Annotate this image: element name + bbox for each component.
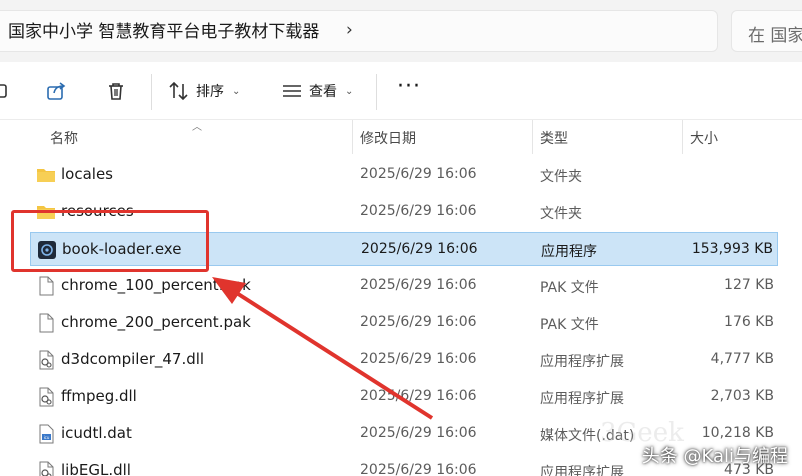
file-type: 文件夹 bbox=[540, 206, 582, 222]
file-name: ffmpeg.dll bbox=[61, 387, 137, 405]
toolbar-divider bbox=[376, 74, 377, 110]
file-size: 4,777 KB bbox=[710, 351, 774, 367]
column-divider[interactable] bbox=[532, 120, 533, 154]
file-modified-date: 2025/6/29 16:06 bbox=[360, 462, 477, 476]
file-name: libEGL.dll bbox=[61, 461, 131, 476]
navigation-bar: 国家中小学 智慧教育平台电子教材下载器 › 在 国家 bbox=[0, 0, 802, 62]
svg-text:icu: icu bbox=[44, 435, 50, 440]
watermark-text: 头条 @Kali与编程 bbox=[641, 446, 788, 467]
dll-icon bbox=[36, 461, 56, 476]
sort-label: 排序 bbox=[196, 84, 224, 100]
sort-button[interactable]: 排序 ⌄ bbox=[168, 76, 240, 106]
toolbar-divider bbox=[151, 74, 152, 110]
file-name: icudtl.dat bbox=[61, 424, 132, 442]
file-type: 应用程序 bbox=[541, 244, 597, 260]
file-row[interactable]: ffmpeg.dll 2025/6/29 16:06 应用程序扩展 2,703 KB bbox=[30, 380, 778, 414]
file-icon bbox=[36, 276, 56, 296]
sort-icon bbox=[169, 81, 188, 101]
view-label: 查看 bbox=[309, 84, 337, 100]
dll-icon bbox=[36, 350, 56, 370]
file-size: 2,703 KB bbox=[710, 388, 774, 404]
file-modified-date: 2025/6/29 16:06 bbox=[360, 351, 477, 367]
file-type: PAK 文件 bbox=[540, 317, 599, 333]
file-name: d3dcompiler_47.dll bbox=[61, 350, 205, 368]
column-header-name[interactable]: 名称 bbox=[50, 128, 78, 148]
breadcrumb-path[interactable]: 国家中小学 智慧教育平台电子教材下载器 bbox=[8, 21, 319, 43]
annotation-highlight-box bbox=[11, 210, 209, 272]
file-name: chrome_200_percent.pak bbox=[61, 313, 251, 331]
delete-icon[interactable] bbox=[105, 80, 127, 102]
file-explorer-window: 国家中小学 智慧教育平台电子教材下载器 › 在 国家 排序 ⌄ 查看 ⌄ ···… bbox=[0, 0, 802, 476]
search-input[interactable]: 在 国家 bbox=[731, 10, 802, 52]
file-size: 176 KB bbox=[724, 314, 774, 330]
view-list-icon bbox=[283, 85, 301, 97]
chevron-down-icon: ⌄ bbox=[345, 85, 354, 97]
file-name: locales bbox=[61, 165, 113, 183]
file-size: 10,218 KB bbox=[701, 425, 774, 441]
file-size: 127 KB bbox=[724, 277, 774, 293]
column-divider[interactable] bbox=[352, 120, 353, 154]
column-header-row: ︿ 名称 修改日期 类型 大小 bbox=[0, 120, 802, 154]
more-options-button[interactable]: ··· bbox=[397, 76, 421, 98]
file-type: PAK 文件 bbox=[540, 280, 599, 296]
file-icon bbox=[36, 313, 56, 333]
file-modified-date: 2025/6/29 16:06 bbox=[360, 425, 477, 441]
column-header-date[interactable]: 修改日期 bbox=[360, 128, 416, 148]
breadcrumb-chevron-icon[interactable]: › bbox=[346, 20, 353, 40]
column-header-type[interactable]: 类型 bbox=[540, 128, 568, 148]
file-type: 应用程序扩展 bbox=[540, 465, 624, 476]
file-modified-date: 2025/6/29 16:06 bbox=[360, 388, 477, 404]
file-type: 应用程序扩展 bbox=[540, 391, 624, 407]
file-row[interactable]: d3dcompiler_47.dll 2025/6/29 16:06 应用程序扩展 4… bbox=[30, 343, 778, 377]
rename-icon[interactable] bbox=[0, 80, 14, 102]
file-row[interactable]: chrome_100_percent.pak 2025/6/29 16:06 PAK… bbox=[30, 269, 778, 303]
file-modified-date: 2025/6/29 16:06 bbox=[360, 203, 477, 219]
file-type: 应用程序扩展 bbox=[540, 354, 624, 370]
file-modified-date: 2025/6/29 16:06 bbox=[361, 241, 478, 257]
file-type: 文件夹 bbox=[540, 169, 582, 185]
file-modified-date: 2025/6/29 16:06 bbox=[360, 166, 477, 182]
dll-icon bbox=[36, 387, 56, 407]
column-divider[interactable] bbox=[682, 120, 683, 154]
dat-icon: icu bbox=[36, 424, 56, 444]
command-bar: 排序 ⌄ 查看 ⌄ ··· bbox=[0, 62, 802, 120]
file-row[interactable]: chrome_200_percent.pak 2025/6/29 16:06 PAK… bbox=[30, 306, 778, 340]
file-name: chrome_100_percent.pak bbox=[61, 276, 251, 294]
view-button[interactable]: 查看 ⌄ bbox=[281, 76, 353, 106]
column-header-size[interactable]: 大小 bbox=[690, 128, 718, 148]
chevron-down-icon: ⌄ bbox=[232, 85, 241, 97]
file-row[interactable]: locales 2025/6/29 16:06 文件夹 bbox=[30, 158, 778, 192]
address-bar[interactable]: 国家中小学 智慧教育平台电子教材下载器 › bbox=[0, 10, 718, 52]
search-placeholder: 在 国家 bbox=[748, 26, 802, 46]
folder-icon bbox=[36, 165, 56, 185]
file-modified-date: 2025/6/29 16:06 bbox=[360, 277, 477, 293]
file-size: 153,993 KB bbox=[691, 241, 773, 257]
share-icon[interactable] bbox=[45, 80, 67, 102]
sort-ascending-icon: ︿ bbox=[192, 122, 202, 133]
file-modified-date: 2025/6/29 16:06 bbox=[360, 314, 477, 330]
